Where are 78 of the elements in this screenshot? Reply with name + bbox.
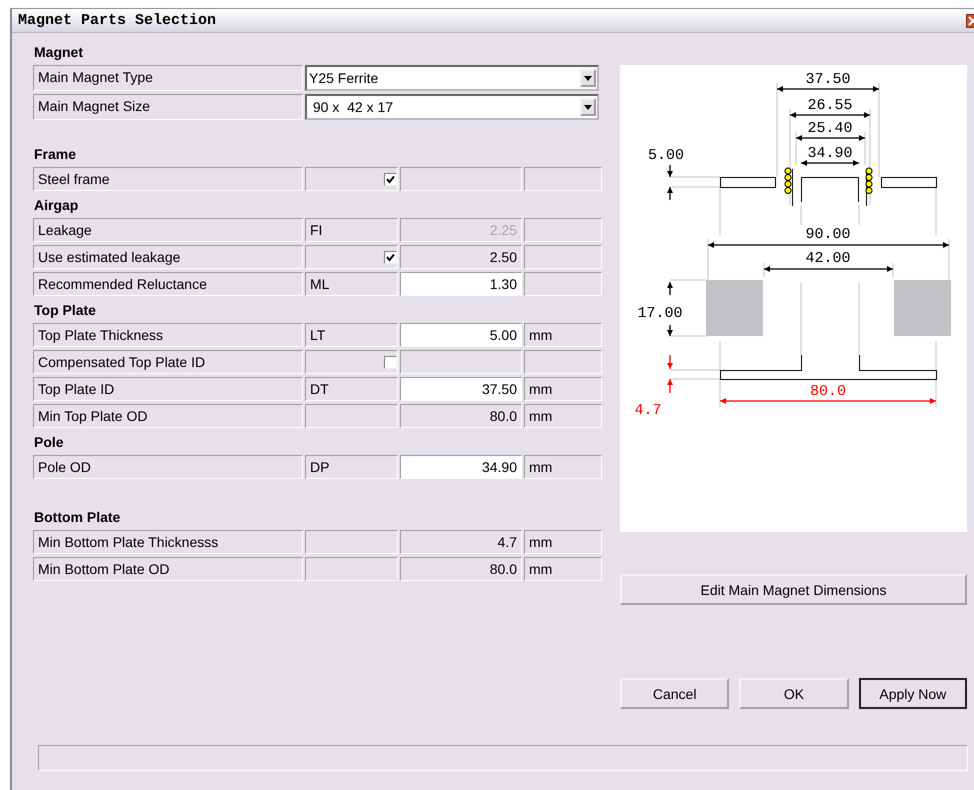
value-cell: 4.7 xyxy=(400,530,522,554)
dialog-button[interactable]: OK xyxy=(739,678,849,709)
unit-cell: mm xyxy=(524,557,602,581)
value-cell: 80.0 xyxy=(400,404,522,428)
dimension-label: 34.90 xyxy=(808,145,852,162)
unit-cell: mm xyxy=(524,323,602,347)
field-label: Min Top Plate OD xyxy=(33,404,303,428)
symbol-cell: FI xyxy=(305,218,398,242)
caret-icon xyxy=(584,104,592,110)
dialog-button[interactable]: Cancel xyxy=(620,678,730,709)
field-label: Recommended Reluctance xyxy=(33,272,303,296)
dimension-arrow xyxy=(667,282,673,295)
field-label: Main Magnet Type xyxy=(33,65,303,91)
dropdown-field[interactable]: Y25 Ferrite xyxy=(305,65,599,91)
dialog-button[interactable]: Apply Now xyxy=(858,678,967,709)
value-field[interactable]: 1.30 xyxy=(400,272,522,296)
field-label: Top Plate Thickness xyxy=(33,323,303,347)
value-field[interactable]: 37.50 xyxy=(400,377,522,401)
checkbox[interactable] xyxy=(384,250,397,264)
unit-cell: mm xyxy=(524,377,602,401)
section-heading: Frame xyxy=(33,146,78,163)
dimension-arrow xyxy=(667,379,673,393)
field-label: Leakage xyxy=(33,218,303,242)
dimension-label: 25.40 xyxy=(808,120,852,137)
top-plate-drawing xyxy=(720,177,776,188)
unit-cell: mm xyxy=(524,455,602,479)
field-label: Min Bottom Plate OD xyxy=(33,557,303,581)
value-field[interactable]: 5.00 xyxy=(400,323,522,347)
dropdown-button[interactable] xyxy=(580,69,596,87)
magnet-block xyxy=(894,280,951,336)
top-plate-drawing xyxy=(881,177,937,188)
check-icon xyxy=(386,252,395,262)
window-title: Magnet Parts Selection xyxy=(18,12,216,29)
field-label: Main Magnet Size xyxy=(33,94,303,120)
dimension-label: 42.00 xyxy=(806,250,850,267)
field-label: Top Plate ID xyxy=(33,377,303,401)
edit-dimensions-button[interactable]: Edit Main Magnet Dimensions xyxy=(620,574,967,605)
field-label: Steel frame xyxy=(33,167,303,191)
value-cell: 80.0 xyxy=(400,557,522,581)
checkbox[interactable] xyxy=(384,172,397,186)
symbol-cell: DP xyxy=(305,455,398,479)
dimension-label: 4.7 xyxy=(634,402,662,419)
dimension-label: 37.50 xyxy=(806,71,850,88)
dimension-label: 5.00 xyxy=(648,147,684,164)
unit-cell: mm xyxy=(524,530,602,554)
field-label: Compensated Top Plate ID xyxy=(33,350,303,374)
dimension-arrow xyxy=(796,135,865,141)
dimension-arrow xyxy=(667,187,673,200)
checkbox[interactable] xyxy=(384,356,397,368)
dropdown-field[interactable]: 90 x 42 x 17 xyxy=(305,94,599,120)
section-heading: Pole xyxy=(33,434,65,451)
field-label: Pole OD xyxy=(33,455,303,479)
field-label: Min Bottom Plate Thicknesss xyxy=(33,530,303,554)
caret-icon xyxy=(584,76,592,80)
dimension-arrow xyxy=(667,165,673,177)
dimension-label: 17.00 xyxy=(638,305,682,322)
dimension-label: 26.55 xyxy=(808,97,852,114)
symbol-cell: LT xyxy=(305,323,398,347)
dimension-label: 80.0 xyxy=(810,383,846,400)
pole-drawing xyxy=(801,177,859,202)
magnet-block xyxy=(706,280,763,336)
dimension-arrow xyxy=(801,160,859,166)
section-heading: Top Plate xyxy=(33,302,97,319)
symbol-cell: DT xyxy=(305,377,398,401)
unit-cell: mm xyxy=(524,404,602,428)
symbol-cell: ML xyxy=(305,272,398,296)
dropdown-button[interactable] xyxy=(580,98,596,116)
dimension-arrow xyxy=(667,355,673,369)
section-heading: Airgap xyxy=(33,197,80,214)
dimension-label: 90.00 xyxy=(806,226,850,243)
section-heading: Magnet xyxy=(33,44,84,61)
value-cell: 2.50 xyxy=(400,245,522,269)
field-label: Use estimated leakage xyxy=(33,245,303,269)
section-heading: Bottom Plate xyxy=(33,509,122,526)
value-field[interactable]: 34.90 xyxy=(400,455,522,479)
value-cell: 2.25 xyxy=(400,218,522,242)
check-icon xyxy=(386,174,395,184)
dimension-arrow xyxy=(667,325,673,336)
